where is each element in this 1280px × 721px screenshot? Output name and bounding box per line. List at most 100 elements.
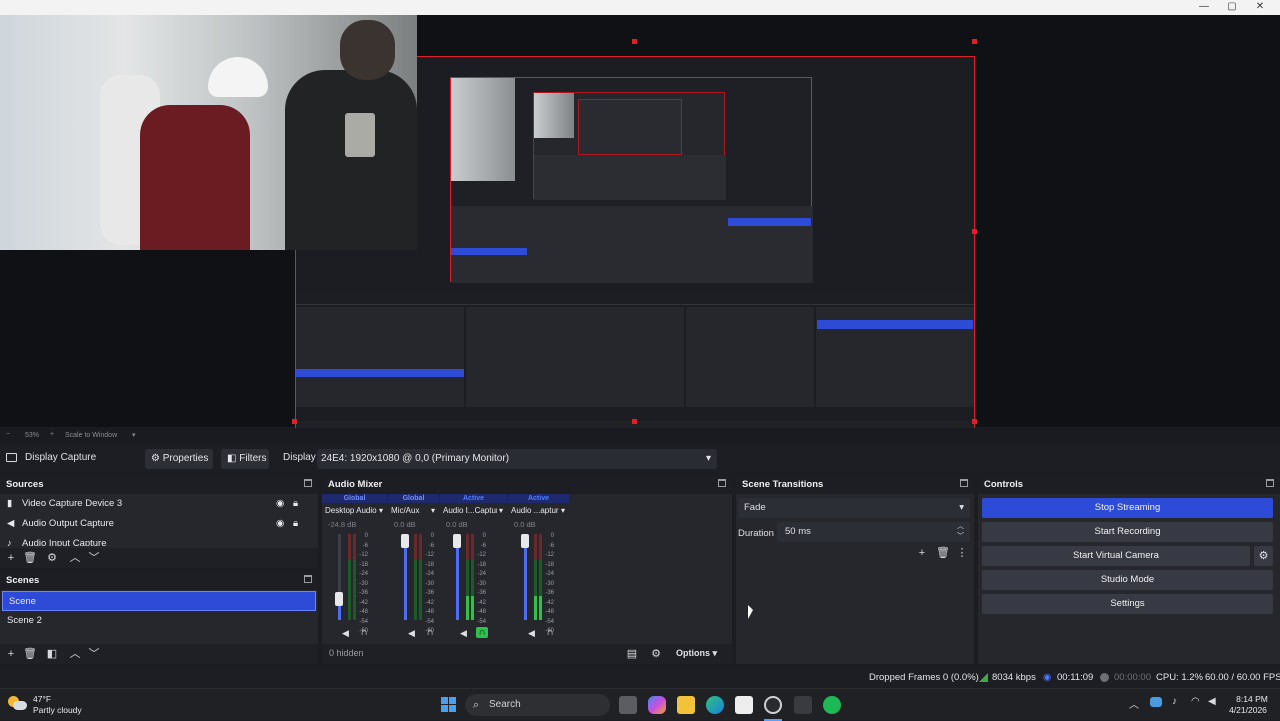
move-up-icon[interactable]: ︿ xyxy=(69,648,81,660)
resize-handle[interactable] xyxy=(972,229,977,234)
display-select[interactable]: 24E4: 1920x1080 @ 0,0 (Primary Monitor) … xyxy=(317,449,717,469)
task-view-icon[interactable] xyxy=(619,696,637,714)
add-icon[interactable]: + xyxy=(916,547,928,559)
chevron-down-icon[interactable]: ▾ xyxy=(431,506,435,515)
preview-area[interactable] xyxy=(0,15,1280,438)
lock-icon[interactable]: 🔒︎ xyxy=(293,494,298,514)
undock-icon[interactable] xyxy=(304,575,312,583)
add-icon[interactable]: + xyxy=(5,648,17,660)
trash-icon[interactable]: 🗑︎ xyxy=(23,648,37,660)
store-icon[interactable] xyxy=(735,696,753,714)
scene-item-selected[interactable]: Scene xyxy=(2,591,316,611)
chevron-down-icon[interactable]: ▾ xyxy=(561,506,565,515)
undock-icon[interactable] xyxy=(1266,479,1274,487)
channel-name[interactable]: Mic/Aux xyxy=(391,506,429,515)
speaker-icon[interactable]: ◀ xyxy=(528,628,535,639)
chevron-up-icon[interactable]: ︿ xyxy=(1129,696,1139,711)
undock-icon[interactable] xyxy=(718,479,726,487)
eye-icon[interactable]: ◉ xyxy=(276,514,284,534)
headphones-icon[interactable]: ∩ xyxy=(424,627,436,638)
gear-icon[interactable]: ⚙ xyxy=(46,552,58,564)
clock-date[interactable]: 4/21/2026 xyxy=(1224,705,1272,715)
channel-db: -24.8 dB xyxy=(328,520,357,529)
settings-button[interactable]: Settings xyxy=(982,594,1273,614)
resize-handle[interactable] xyxy=(632,39,637,44)
windows-start-icon[interactable] xyxy=(440,696,458,714)
resize-handle[interactable] xyxy=(972,419,977,424)
transition-select[interactable]: Fade ▾ xyxy=(738,498,970,518)
headphones-icon[interactable]: ∩ xyxy=(544,627,556,638)
options-button[interactable]: Options ▾ xyxy=(676,648,717,659)
webcam-video[interactable] xyxy=(0,15,417,250)
advanced-audio-icon[interactable]: ⚙ xyxy=(650,648,662,660)
properties-button[interactable]: ⚙ Properties xyxy=(145,449,213,469)
speaker-icon[interactable]: ◀ xyxy=(408,628,415,639)
zoom-mode[interactable]: Scale to Window xyxy=(65,432,117,439)
fader-knob[interactable] xyxy=(521,534,529,548)
onedrive-icon[interactable] xyxy=(1150,697,1162,707)
resize-handle[interactable] xyxy=(292,419,297,424)
source-item[interactable]: ▮ Video Capture Device 3 ◉ 🔒︎ xyxy=(0,494,318,514)
filter-icon[interactable]: ◧ xyxy=(46,648,58,660)
scene-item[interactable]: Scene 2 xyxy=(0,611,318,631)
fader-knob[interactable] xyxy=(453,534,461,548)
source-item[interactable]: ♪ Audio Input Capture xyxy=(0,534,318,546)
chevron-down-icon[interactable]: ▾ xyxy=(379,506,383,515)
chevron-down-icon[interactable]: ▾ xyxy=(499,506,503,515)
edge-icon[interactable] xyxy=(706,696,724,714)
move-up-icon[interactable]: ︿ xyxy=(69,552,81,564)
studio-mode-button[interactable]: Studio Mode xyxy=(982,570,1273,590)
copilot-icon[interactable] xyxy=(648,696,666,714)
duration-input[interactable]: 50 ms ︿ ﹀ xyxy=(777,522,970,542)
audio-mixer-title: Audio Mixer xyxy=(322,476,732,494)
start-recording-button[interactable]: Start Recording xyxy=(982,522,1273,542)
zoom-in-button[interactable]: + xyxy=(50,431,54,438)
minimize-button[interactable]: — xyxy=(1189,0,1219,15)
resize-handle[interactable] xyxy=(632,419,637,424)
speaker-icon[interactable]: ◀ xyxy=(460,628,467,639)
source-item[interactable]: ◀ Audio Output Capture ◉ 🔒︎ xyxy=(0,514,318,534)
fader-knob[interactable] xyxy=(335,591,343,606)
weather-icon[interactable] xyxy=(8,696,28,712)
clock-time[interactable]: 8:14 PM xyxy=(1232,694,1272,704)
wifi-icon[interactable]: ◠ xyxy=(1191,696,1200,707)
monitor-icon xyxy=(6,453,17,462)
headphones-icon[interactable]: ∩ xyxy=(358,627,370,638)
eye-icon[interactable]: ◉ xyxy=(276,494,284,514)
maximize-button[interactable]: ▢ xyxy=(1217,0,1247,15)
add-icon[interactable]: + xyxy=(5,552,17,564)
resize-handle[interactable] xyxy=(972,39,977,44)
zoom-out-button[interactable]: − xyxy=(6,431,10,438)
trash-icon[interactable]: 🗑︎ xyxy=(23,552,37,564)
obs-icon[interactable] xyxy=(764,696,782,714)
stop-streaming-button[interactable]: Stop Streaming xyxy=(982,498,1273,518)
file-explorer-icon[interactable] xyxy=(677,696,695,714)
more-icon[interactable]: ⋮ xyxy=(956,547,968,559)
channel-name[interactable]: Desktop Audio xyxy=(325,506,377,515)
microphone-icon[interactable]: ♪ xyxy=(1172,696,1177,707)
channel-name[interactable]: Audio I...Capture xyxy=(443,506,497,515)
layout-icon[interactable]: ▤ xyxy=(626,648,638,660)
spotify-icon[interactable] xyxy=(823,696,841,714)
close-button[interactable]: ✕ xyxy=(1245,0,1275,15)
fader-knob[interactable] xyxy=(401,534,409,548)
gear-icon[interactable]: ⚙ xyxy=(1254,546,1273,566)
volume-icon[interactable]: ◀ xyxy=(1208,696,1216,707)
start-virtual-camera-button[interactable]: Start Virtual Camera xyxy=(982,546,1250,566)
volume-fader[interactable] xyxy=(338,534,341,620)
channel-name[interactable]: Audio ...apture xyxy=(511,506,559,515)
db-scale: 0-6-12-18-24-30-36-42-48-54-60 xyxy=(477,533,486,634)
filters-button[interactable]: ◧ Filters xyxy=(221,449,269,469)
undock-icon[interactable] xyxy=(960,479,968,487)
move-down-icon[interactable]: ﹀ xyxy=(88,648,100,660)
app-icon[interactable] xyxy=(794,696,812,714)
move-down-icon[interactable]: ﹀ xyxy=(88,552,100,564)
headphones-icon[interactable]: ∩ xyxy=(476,627,488,638)
trash-icon[interactable]: 🗑︎ xyxy=(936,547,950,559)
spin-down-icon[interactable]: ﹀ xyxy=(957,527,964,547)
chevron-down-icon[interactable]: ▾ xyxy=(132,431,136,439)
speaker-icon[interactable]: ◀ xyxy=(342,628,349,639)
taskbar-search[interactable]: ⌕ Search xyxy=(465,694,610,716)
lock-icon[interactable]: 🔒︎ xyxy=(293,514,298,534)
undock-icon[interactable] xyxy=(304,479,312,487)
